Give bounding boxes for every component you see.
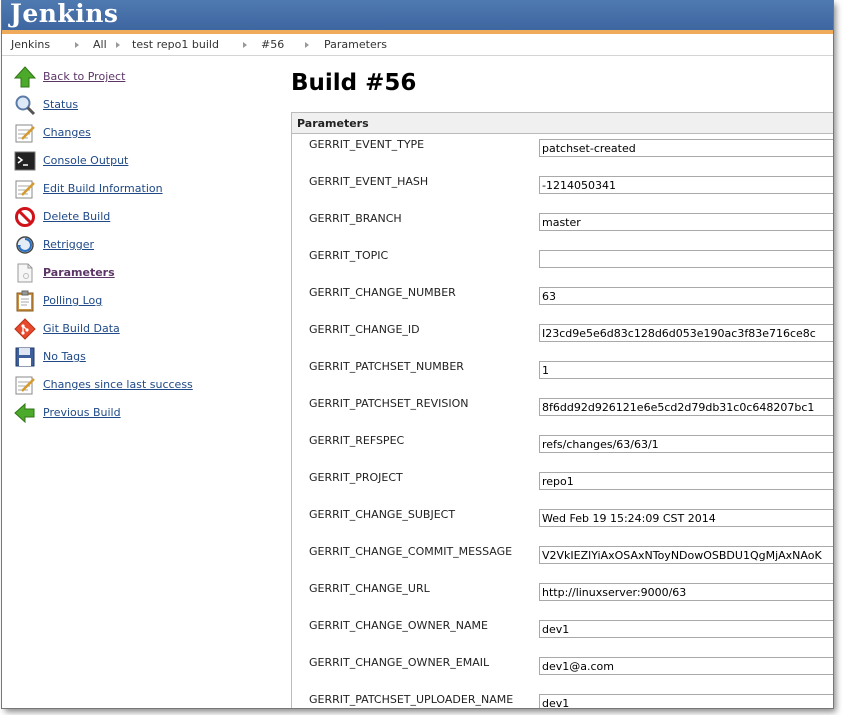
sidebar-item-label: No Tags [43,350,86,363]
sidebar-item-label: Edit Build Information [43,182,163,195]
param-value-field[interactable]: dev1@a.com [539,657,833,675]
breadcrumb: Jenkins All test repo1 build #56 Paramet… [2,34,833,56]
clipboard-icon [16,290,34,312]
param-value-field[interactable]: 63 [539,287,833,305]
param-value-field[interactable]: http://linuxserver:9000/63 [539,583,833,601]
terminal-icon [14,151,36,171]
breadcrumb-parameters[interactable]: Parameters [324,38,387,51]
browser-window: Jenkins Jenkins All test repo1 build #56… [2,0,833,708]
breadcrumb-all[interactable]: All [93,38,107,51]
param-value-field[interactable] [539,250,833,268]
breadcrumb-jenkins[interactable]: Jenkins [11,38,50,51]
param-name: GERRIT_BRANCH [309,212,402,225]
sidebar-item-label: Git Build Data [43,322,120,335]
magnifier-icon [15,95,36,116]
param-value-field[interactable]: -1214050341 [539,176,833,194]
up-arrow-icon [14,66,36,88]
param-name: GERRIT_CHANGE_NUMBER [309,286,456,299]
param-value-field[interactable]: refs/changes/63/63/1 [539,435,833,453]
param-row: GERRIT_PATCHSET_NUMBER 1 [292,360,833,397]
param-name: GERRIT_PATCHSET_NUMBER [309,360,464,373]
param-row: GERRIT_CHANGE_NUMBER 63 [292,286,833,323]
jenkins-logo[interactable]: Jenkins [10,0,118,28]
page-title: Build #56 [291,70,417,96]
param-row: GERRIT_PATCHSET_UPLOADER_NAME dev1 [292,693,833,708]
param-row: GERRIT_CHANGE_SUBJECT Wed Feb 19 15:24:09… [292,508,833,545]
breadcrumb-chevron-icon[interactable] [243,42,247,48]
param-value-field[interactable]: 1 [539,361,833,379]
param-name: GERRIT_EVENT_TYPE [309,138,425,151]
param-row: GERRIT_CHANGE_ID I23cd9e5e6d83c128d6d053e… [292,323,833,360]
param-name: GERRIT_CHANGE_URL [309,582,430,595]
notepad-icon [15,376,35,395]
param-name: GERRIT_EVENT_HASH [309,175,429,188]
param-value-field[interactable]: 8f6dd92d926121e6e5cd2d79db31c0c648207bc1 [539,398,833,416]
param-row: GERRIT_PROJECT repo1 [292,471,833,508]
breadcrumb-chevron-icon[interactable] [75,42,79,48]
sidebar-item-label: Polling Log [43,294,103,307]
git-icon [14,318,36,340]
param-name: GERRIT_REFSPEC [309,434,405,447]
param-value-field[interactable]: dev1 [539,620,833,638]
param-name: GERRIT_TOPIC [309,249,389,262]
breadcrumb-chevron-icon[interactable] [116,42,120,48]
param-row: GERRIT_TOPIC [292,249,833,286]
param-value-field[interactable]: V2VkIEZlYiAxOSAxNToyNDowOSBDU1QgMjAxNAoK [539,546,833,564]
breadcrumb-chevron-icon[interactable] [305,42,309,48]
param-row: GERRIT_BRANCH master [292,212,833,249]
retrigger-icon [16,236,34,254]
param-value-field[interactable]: I23cd9e5e6d83c128d6d053e190ac3f83e716ce8… [539,324,833,342]
param-name: GERRIT_CHANGE_ID [309,323,420,336]
param-row: GERRIT_PATCHSET_REVISION 8f6dd92d926121e6… [292,397,833,434]
sidebar-item-label: Status [43,98,79,111]
sidebar-item-label: Parameters [43,266,115,279]
param-value-field[interactable]: Wed Feb 19 15:24:09 CST 2014 [539,509,833,527]
notepad-icon [15,180,35,199]
param-name: GERRIT_CHANGE_SUBJECT [309,508,456,521]
notepad-icon [15,124,35,143]
param-row: GERRIT_CHANGE_URL http://linuxserver:9000… [292,582,833,619]
document-icon [17,263,33,283]
breadcrumb-build[interactable]: #56 [261,38,284,51]
param-row: GERRIT_REFSPEC refs/changes/63/63/1 [292,434,833,471]
param-name: GERRIT_CHANGE_OWNER_EMAIL [309,656,490,669]
parameters-panel-header: Parameters [292,113,833,134]
sidebar-item-label: Changes [43,126,91,139]
param-value-field[interactable]: dev1 [539,694,833,708]
param-value-field[interactable]: repo1 [539,472,833,490]
sidebar-item-label: Console Output [43,154,129,167]
param-value-field[interactable]: patchset-created [539,139,833,157]
param-name: GERRIT_PATCHSET_REVISION [309,397,469,410]
no-entry-icon [15,207,35,227]
param-name: GERRIT_PATCHSET_UPLOADER_NAME [309,693,514,706]
left-arrow-icon [14,402,35,424]
floppy-icon [15,347,35,367]
breadcrumb-job[interactable]: test repo1 build [132,38,219,51]
sidebar-item-label: Previous Build [43,406,121,419]
param-row: GERRIT_CHANGE_COMMIT_MESSAGE V2VkIEZlYiAx… [292,545,833,582]
param-row: GERRIT_EVENT_HASH -1214050341 [292,175,833,212]
sidebar-item-label: Changes since last success [43,378,193,391]
param-row: GERRIT_CHANGE_OWNER_EMAIL dev1@a.com [292,656,833,693]
sidebar-item-label: Back to Project [43,70,126,83]
param-name: GERRIT_PROJECT [309,471,403,484]
parameters-panel-title: Parameters [297,117,369,130]
sidebar-item-label: Retrigger [43,238,95,251]
param-value-field[interactable]: master [539,213,833,231]
sidebar-item-label: Delete Build [43,210,111,223]
param-name: GERRIT_CHANGE_COMMIT_MESSAGE [309,545,513,558]
param-row: GERRIT_EVENT_TYPE patchset-created [292,138,833,175]
parameters-panel: Parameters GERRIT_EVENT_TYPE patchset-cre… [291,112,833,708]
param-row: GERRIT_CHANGE_OWNER_NAME dev1 [292,619,833,656]
param-name: GERRIT_CHANGE_OWNER_NAME [309,619,488,632]
page-header: Jenkins [2,0,833,30]
